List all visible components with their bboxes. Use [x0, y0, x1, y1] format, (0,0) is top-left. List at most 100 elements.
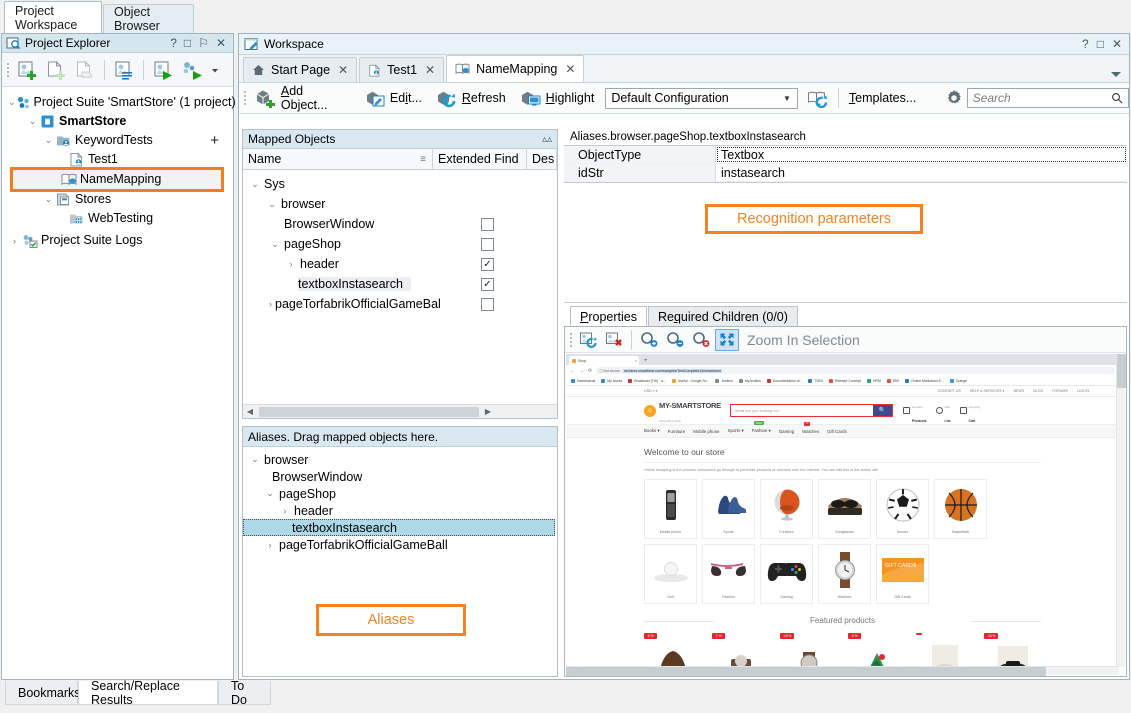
close-icon[interactable]: ×: [635, 358, 639, 363]
bottom-tab-search-replace-results[interactable]: Search/Replace Results: [78, 681, 218, 705]
doc-tab-start-page[interactable]: Start Page ✕: [243, 57, 357, 82]
tab-list-dropdown-icon[interactable]: [1110, 70, 1122, 78]
nav-item-fashion[interactable]: SALEFashion ▾: [752, 428, 771, 434]
bottom-tab-to-do[interactable]: To Do: [218, 681, 271, 705]
extended-find-checkbox[interactable]: ✓: [481, 278, 494, 291]
add-existing-item-icon[interactable]: [14, 57, 40, 83]
product-tile[interactable]: -26 %: [984, 633, 1041, 667]
wish-list-link[interactable]: wishList: [936, 397, 951, 425]
category-tile[interactable]: Golf: [644, 544, 697, 604]
column-header-name[interactable]: Name ≡: [243, 149, 433, 169]
nav-item-sports[interactable]: Sports ▾: [728, 428, 744, 434]
chevron-down-icon[interactable]: ⌄: [8, 97, 16, 108]
category-tile[interactable]: Sports: [702, 479, 755, 539]
alias-row-pageshop[interactable]: ⌄ pageShop: [243, 485, 557, 502]
toolbar-grip[interactable]: [569, 331, 574, 349]
run-project-list-icon[interactable]: [111, 57, 137, 83]
zoom-out-icon[interactable]: [663, 329, 687, 351]
edit-button[interactable]: Edit...: [358, 85, 429, 111]
help-icon[interactable]: ?: [1082, 37, 1089, 51]
bookmark-item[interactable]: MyJenkins: [739, 379, 761, 383]
reload-icon[interactable]: ⟳: [588, 368, 592, 374]
run-project-icon[interactable]: [150, 57, 176, 83]
alias-row-header[interactable]: › header: [243, 502, 557, 519]
zoom-in-icon[interactable]: [637, 329, 661, 351]
alias-row-browserwindow[interactable]: BrowserWindow: [243, 468, 557, 485]
category-tile[interactable]: Mobile phone: [644, 479, 697, 539]
toolbar-grip[interactable]: [6, 61, 11, 79]
search-input[interactable]: Search: [967, 88, 1129, 108]
mapped-row-pageshop[interactable]: ⌄pageShop: [243, 234, 557, 254]
extended-find-checkbox[interactable]: [481, 238, 494, 251]
mapped-row-browserwindow[interactable]: BrowserWindow: [243, 214, 557, 234]
back-icon[interactable]: ←: [570, 368, 575, 374]
add-new-item-icon[interactable]: [43, 57, 69, 83]
scroll-left-icon[interactable]: ◀: [243, 407, 257, 416]
bookmark-item[interactable]: Useful - Google Se...: [672, 379, 709, 383]
preview-horizontal-scrollbar[interactable]: [566, 666, 1119, 675]
mapped-row-sys[interactable]: ⌄Sys: [243, 174, 557, 194]
chevron-right-icon[interactable]: ›: [279, 506, 291, 516]
close-icon[interactable]: ✕: [425, 63, 435, 77]
page-screenshot[interactable]: Shop × + ← → ⟳ ⓘ Not secure services.sma…: [566, 354, 1119, 667]
link-forums[interactable]: FORUMS: [1052, 389, 1068, 393]
refresh-button[interactable]: Refresh: [429, 85, 513, 111]
chevron-down-icon[interactable]: ⌄: [264, 488, 276, 499]
chevron-right-icon[interactable]: ›: [269, 299, 272, 309]
remove-page-icon[interactable]: [602, 329, 626, 351]
link-blog[interactable]: BLOG: [1033, 389, 1043, 393]
bookmark-item[interactable]: Documentation of...: [767, 379, 802, 383]
chevron-down-icon[interactable]: ⌄: [266, 199, 278, 210]
tree-item-webtesting[interactable]: WebTesting: [2, 209, 233, 228]
site-search-button[interactable]: 🔍: [873, 405, 892, 416]
tab-required-children[interactable]: Required Children (0/0): [648, 306, 798, 327]
help-icon[interactable]: ?: [170, 36, 177, 50]
product-tile[interactable]: -7 %: [712, 633, 769, 667]
omnibox[interactable]: ⓘ Not secure services.smartbear.com/samp…: [596, 367, 1115, 375]
category-tile[interactable]: Watches: [818, 544, 871, 604]
doc-tab-test1[interactable]: Test1 ✕: [359, 57, 444, 82]
bookmark-item[interactable]: Broadcast (TW) - a...: [628, 379, 665, 383]
site-search-textbox[interactable]: What are you looking for? 🔍: [730, 404, 893, 417]
extended-find-checkbox[interactable]: [481, 218, 494, 231]
close-icon[interactable]: ✕: [1112, 37, 1122, 51]
chevron-down-icon[interactable]: ⌄: [42, 135, 55, 146]
maximize-icon[interactable]: □: [1097, 37, 1104, 51]
bookmark-item[interactable]: My issues: [601, 379, 622, 383]
category-tile[interactable]: Sunglasses: [818, 479, 871, 539]
nav-item-mobile-phone[interactable]: Mobile phone: [693, 429, 719, 434]
alias-row-pagetorfabrik[interactable]: › pageTorfabrikOfficialGameBall: [243, 536, 557, 553]
product-tile[interactable]: [916, 633, 973, 667]
bookmark-item[interactable]: HRM: [867, 379, 881, 383]
tree-item-test1[interactable]: Test1: [2, 150, 233, 169]
product-tile[interactable]: -18 %: [780, 633, 837, 667]
chevron-down-icon[interactable]: ⌄: [269, 239, 281, 250]
chevron-down-icon[interactable]: ⌄: [42, 194, 55, 205]
scrollbar-thumb[interactable]: [259, 407, 479, 417]
collapse-icon[interactable]: ▵▵: [542, 134, 552, 145]
property-value[interactable]: Textbox: [716, 146, 1127, 163]
chevron-down-icon[interactable]: ⌄: [249, 179, 261, 190]
run-test-icon[interactable]: [179, 57, 205, 83]
tree-item-keywordtests[interactable]: ⌄ KeywordTests +: [2, 131, 233, 150]
sync-mapping-icon[interactable]: [798, 85, 835, 111]
site-logo[interactable]: ☺ MY-SMARTSTORE Shop with a smile: [644, 397, 721, 425]
gear-icon[interactable]: [941, 85, 966, 111]
mapped-row-browser[interactable]: ⌄browser: [243, 194, 557, 214]
tree-item-namemapping[interactable]: NameMapping: [12, 169, 222, 190]
nav-item-gift-cards[interactable]: Gift Cards: [827, 429, 847, 434]
scrollbar-thumb[interactable]: [1117, 354, 1126, 388]
chevron-right-icon[interactable]: ›: [285, 259, 297, 269]
chevron-down-icon[interactable]: ▼: [783, 94, 791, 103]
bookmark-item[interactable]: Online Markdown E...: [905, 379, 943, 383]
close-icon[interactable]: ✕: [565, 62, 575, 76]
category-tile[interactable]: GIFT CARDS Gift Cards: [876, 544, 929, 604]
nav-item-furniture[interactable]: Furniture: [668, 429, 686, 434]
zoom-reset-icon[interactable]: [689, 329, 713, 351]
configuration-select[interactable]: Default Configuration ▼: [605, 88, 798, 109]
search-icon[interactable]: [1111, 92, 1123, 104]
mapped-objects-horizontal-scrollbar[interactable]: ◀ ▶: [243, 404, 557, 418]
bookmark-item[interactable]: Dashboards: [571, 379, 595, 383]
templates-button[interactable]: Templates...: [842, 85, 923, 111]
link-log-in[interactable]: LOG IN: [1077, 389, 1089, 393]
